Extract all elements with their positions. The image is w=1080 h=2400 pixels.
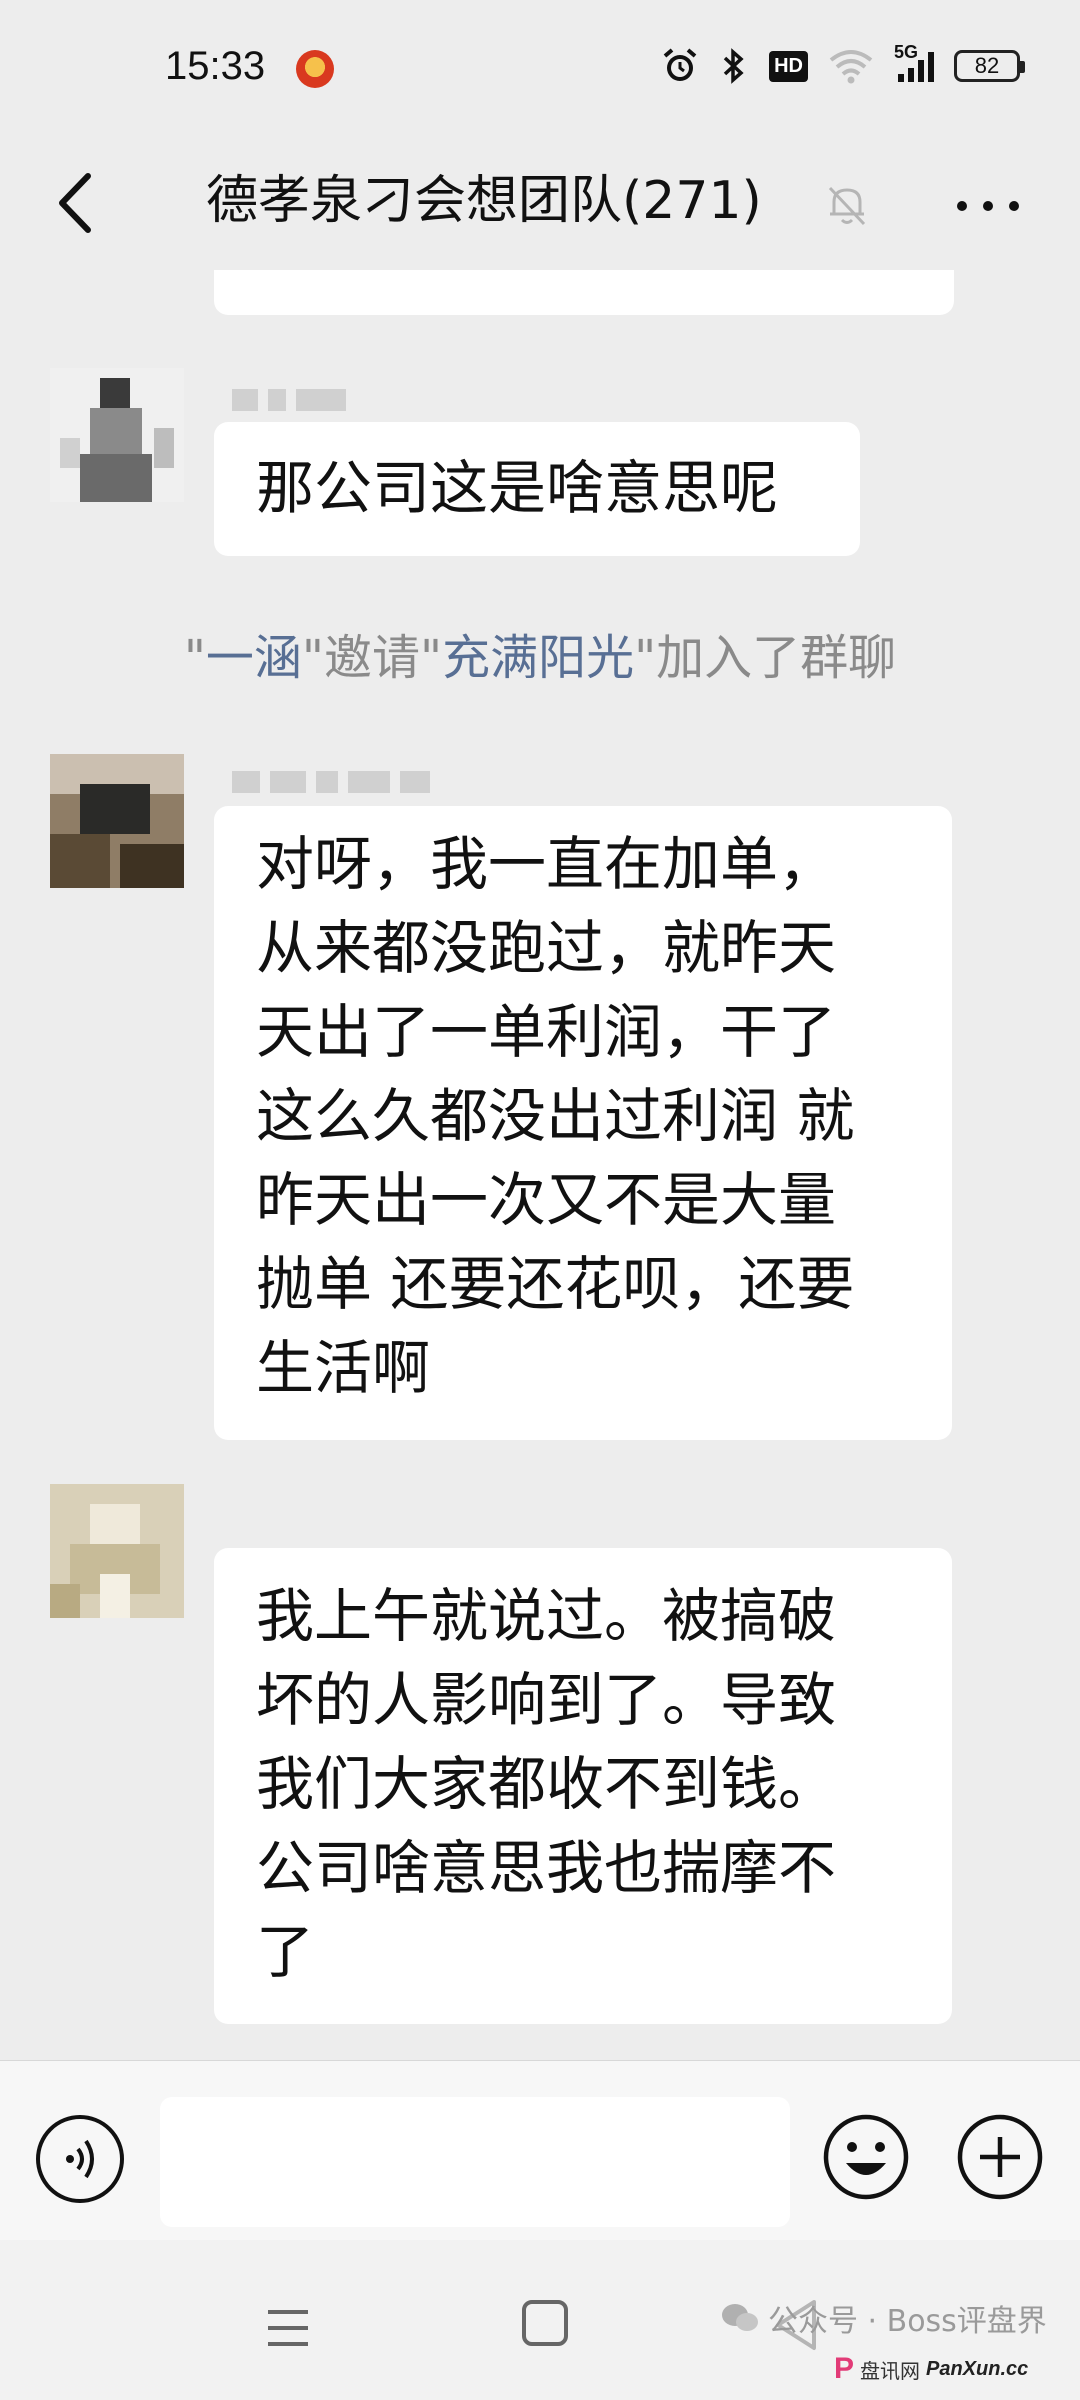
system-message: "一涵"邀请"充满阳光"加入了群聊 (183, 630, 897, 686)
wechat-icon (722, 2304, 758, 2331)
more-dots-icon[interactable] (948, 176, 1028, 236)
watermark: 公众号 · Boss评盘界 (720, 2296, 1047, 2340)
message-list[interactable]: 出 个 去 那公司这是啥意思呢 "一涵"邀请"充满阳光"加入了群聊 对呀，我一直… (0, 270, 1080, 2060)
chevron-left-icon[interactable] (48, 168, 108, 238)
message-line: 昨天出一次又不是大量 (256, 1166, 837, 1234)
message-line: 我们大家都收不到钱。 (256, 1750, 837, 1818)
avatar[interactable] (50, 368, 184, 502)
bluetooth-icon (719, 48, 749, 84)
avatar[interactable] (50, 754, 184, 888)
message-bubble[interactable]: 对呀，我一直在加单， 从来都没跑过，就昨天 天出了一单利润，干了 这么久都没出过… (214, 806, 952, 1440)
message-line: 对呀，我一直在加单， (256, 830, 837, 898)
menu-icon[interactable] (264, 2304, 312, 2352)
message-line: 天出了一单利润，干了 (256, 998, 837, 1066)
message-line: 这么久都没出过利润 就 (256, 1082, 855, 1150)
status-time: 15:33 (165, 44, 266, 88)
message-input[interactable] (160, 2097, 790, 2227)
hd-icon: HD (769, 48, 808, 84)
app-notification-icon (296, 50, 334, 88)
signal-5g-icon: 5G (894, 42, 934, 84)
emoji-icon[interactable] (820, 2111, 912, 2203)
message-text: 那公司这是啥意思呢 (256, 454, 779, 522)
system-nav-bar: 公众号 · Boss评盘界 P 盘讯网 PanXun.cc (0, 2240, 1080, 2400)
message-line: 我上午就说过。被搞破 (256, 1582, 837, 1650)
logo-p-icon: P (834, 2352, 855, 2385)
input-bar (0, 2060, 1080, 2241)
message-line: 坏的人影响到了。导致 (256, 1666, 837, 1734)
status-icons: HD 5G 82 (661, 42, 1025, 88)
bell-muted-icon (822, 180, 872, 230)
sender-name-blurred (232, 380, 346, 420)
message-line: 了 (256, 1918, 315, 1986)
sender-name-blurred (232, 762, 430, 802)
message-bubble[interactable]: 那公司这是啥意思呢 (214, 422, 860, 556)
message-line: 公司啥意思我也揣摩不 (256, 1834, 837, 1902)
message-bubble[interactable]: 我上午就说过。被搞破 坏的人影响到了。导致 我们大家都收不到钱。 公司啥意思我也… (214, 1548, 952, 2024)
home-icon[interactable] (522, 2300, 568, 2346)
battery-indicator: 82 (954, 50, 1025, 82)
avatar[interactable] (50, 1484, 184, 1618)
plus-icon[interactable] (954, 2111, 1046, 2203)
alarm-icon (661, 48, 699, 84)
voice-icon[interactable] (36, 2115, 124, 2203)
message-line: 生活啊 (256, 1334, 431, 1402)
chat-header: 德孝泉刁会想团队(271) (0, 140, 1080, 270)
message-line: 从来都没跑过，就昨天 (256, 914, 837, 982)
watermark-logo: P 盘讯网 PanXun.cc (834, 2352, 1029, 2385)
message-line: 抛单 还要还花呗，还要 (256, 1250, 855, 1318)
wifi-icon (828, 48, 874, 84)
chat-title: 德孝泉刁会想团队(271) (206, 171, 762, 231)
message-bubble-partial[interactable]: 出 个 去 (214, 270, 954, 315)
watermark-text: 公众号 · Boss评盘界 (768, 2304, 1047, 2339)
status-bar: 15:33 HD 5G 82 (0, 0, 1080, 140)
